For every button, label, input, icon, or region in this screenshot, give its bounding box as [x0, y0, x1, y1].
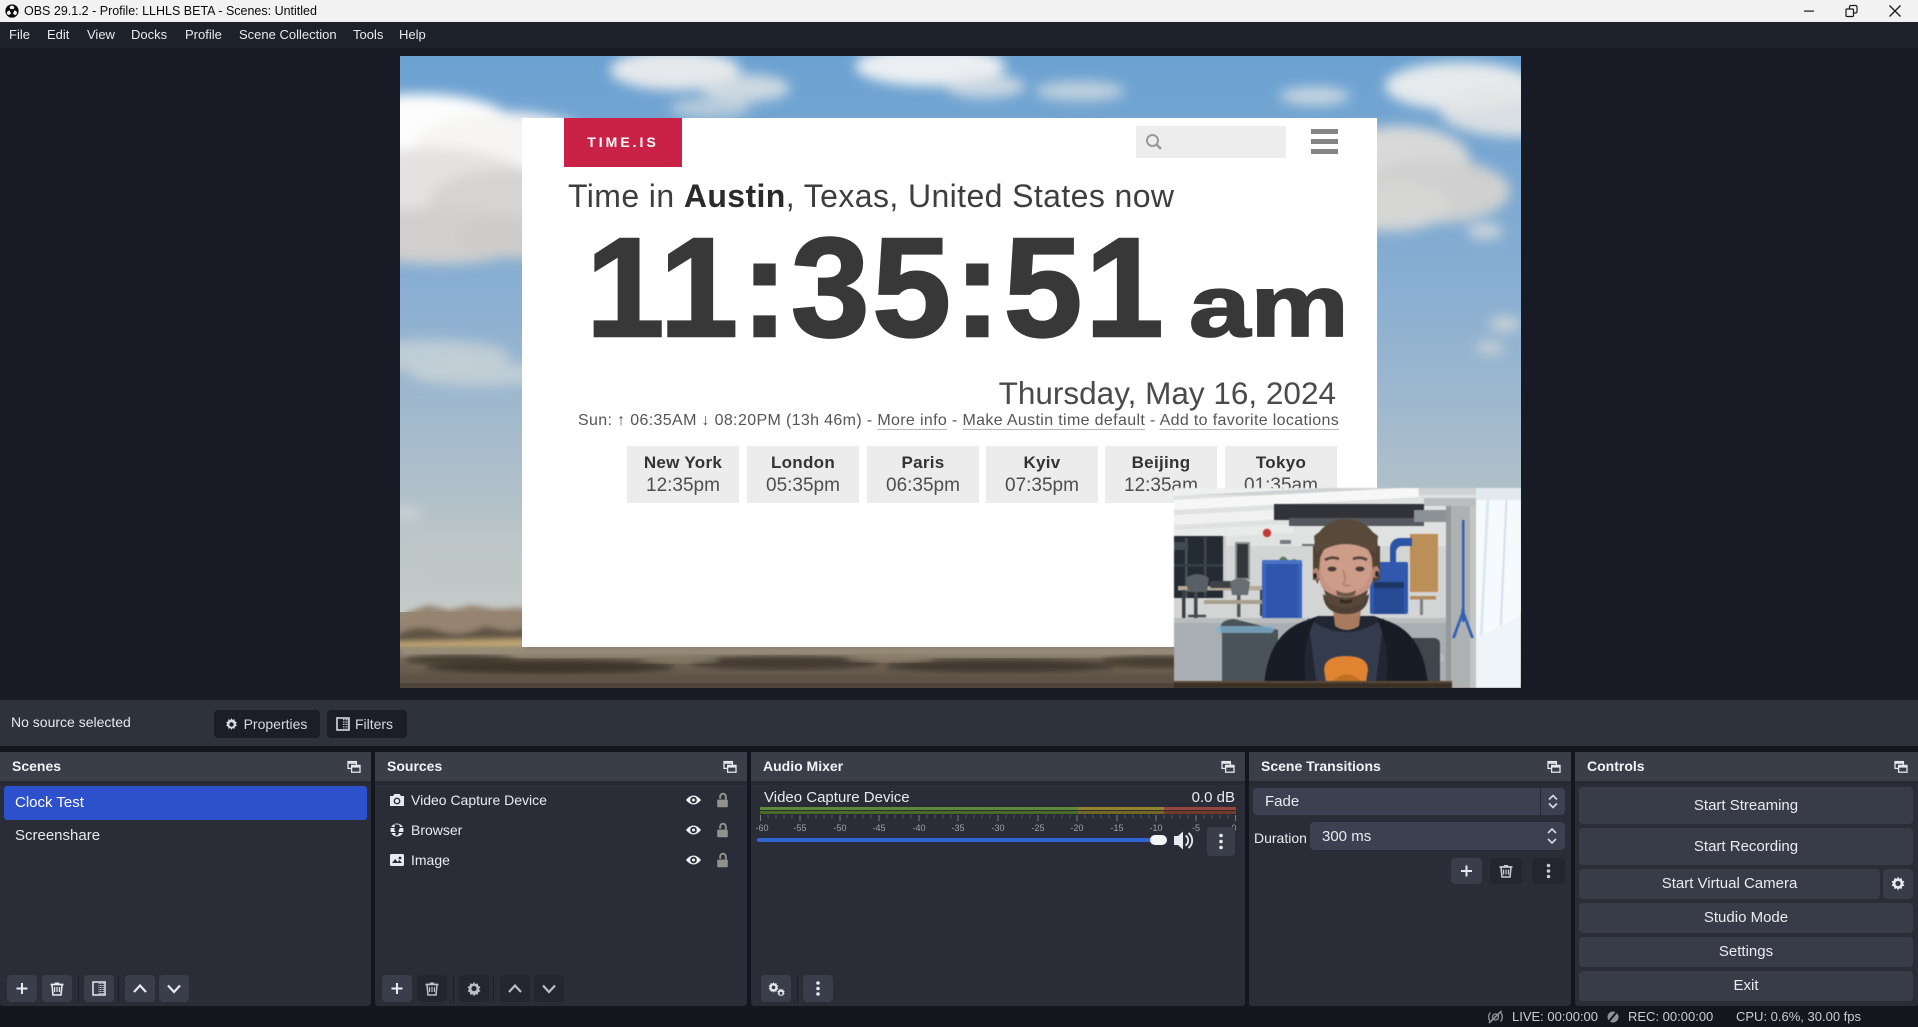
svg-text:-50: -50: [833, 823, 846, 833]
svg-text:-25: -25: [1031, 823, 1044, 833]
svg-text:-20: -20: [1070, 823, 1083, 833]
svg-text:-35: -35: [951, 823, 964, 833]
svg-text:-45: -45: [872, 823, 885, 833]
svg-text:-15: -15: [1110, 823, 1123, 833]
svg-text:-40: -40: [912, 823, 925, 833]
svg-text:-30: -30: [991, 823, 1004, 833]
svg-text:-60: -60: [755, 823, 768, 833]
svg-text:-10: -10: [1149, 823, 1162, 833]
svg-text:-55: -55: [793, 823, 806, 833]
svg-text:-5: -5: [1192, 823, 1200, 833]
